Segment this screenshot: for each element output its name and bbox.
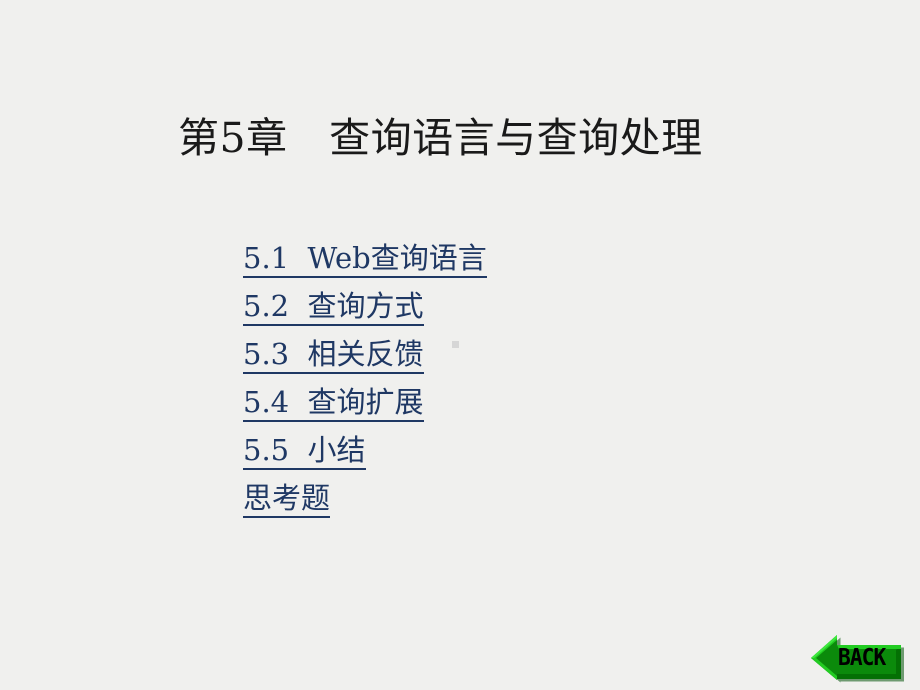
- toc-link-5-4[interactable]: 5.4 查询扩展: [243, 385, 424, 422]
- toc-link-5-1[interactable]: 5.1 Web查询语言: [243, 241, 487, 278]
- list-item: 5.2 查询方式: [243, 288, 663, 336]
- list-item: 5.5 小结: [243, 432, 663, 480]
- toc-link-questions[interactable]: 思考题: [243, 481, 331, 518]
- toc-link-5-3[interactable]: 5.3 相关反馈: [243, 337, 424, 374]
- list-item: 思考题: [243, 480, 663, 528]
- placeholder-speck: [452, 341, 459, 348]
- back-button[interactable]: BACK: [808, 633, 904, 683]
- list-item: 5.1 Web查询语言: [243, 240, 663, 288]
- left-arrow-icon: [811, 635, 904, 683]
- slide-canvas: 第5章 查询语言与查询处理 5.1 Web查询语言 5.2 查询方式 5.3 相…: [0, 0, 920, 690]
- table-of-contents: 5.1 Web查询语言 5.2 查询方式 5.3 相关反馈 5.4 查询扩展 5…: [243, 240, 663, 528]
- list-item: 5.4 查询扩展: [243, 384, 663, 432]
- toc-link-5-2[interactable]: 5.2 查询方式: [243, 289, 424, 326]
- page-title: 第5章 查询语言与查询处理: [178, 114, 703, 162]
- toc-link-5-5[interactable]: 5.5 小结: [243, 433, 366, 470]
